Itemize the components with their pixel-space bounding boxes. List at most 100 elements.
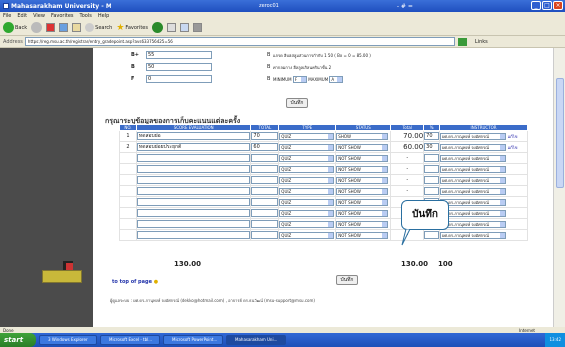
evaluation-input[interactable]	[136, 209, 251, 217]
go-button[interactable]	[457, 37, 467, 46]
home-button[interactable]	[72, 23, 82, 32]
max-grade-select[interactable]: A	[329, 75, 344, 83]
start-button[interactable]: start	[0, 333, 36, 347]
total-input[interactable]: 70	[251, 132, 279, 140]
instructor-select[interactable]: ผศ.ดร.ภาณุพงษ์ จงอัศกรณ์	[440, 220, 507, 228]
percent-input[interactable]	[424, 231, 440, 239]
instructor-select[interactable]: ผศ.ดร.ภาณุพงษ์ จงอัศกรณ์	[440, 154, 507, 162]
forward-button[interactable]	[31, 22, 43, 33]
menu-view[interactable]: View	[33, 13, 45, 19]
percent-input[interactable]	[424, 176, 440, 184]
total-input[interactable]	[251, 209, 279, 217]
type-select[interactable]: QUIZ	[279, 176, 335, 184]
type-select[interactable]: QUIZ	[279, 187, 335, 195]
links-label[interactable]: Links	[475, 39, 488, 45]
type-select[interactable]: QUIZ	[279, 231, 335, 239]
instructor-select[interactable]: ผศ.ดร.ภาณุพงษ์ จงอัศกรณ์	[440, 176, 507, 184]
edit-link[interactable]: แก้ไข	[508, 145, 518, 150]
evaluation-input[interactable]	[136, 198, 251, 206]
print-button[interactable]	[193, 23, 202, 32]
instructor-select[interactable]: ผศ.ดร.ภาณุพงษ์ จงอัศกรณ์	[440, 165, 507, 173]
status-select[interactable]: NOT SHOW	[336, 220, 389, 228]
scroll-thumb[interactable]	[556, 78, 564, 188]
history-button[interactable]	[167, 23, 176, 32]
maximize-button[interactable]: □	[542, 1, 552, 10]
mail-button[interactable]	[180, 23, 189, 32]
type-select[interactable]: QUIZ	[279, 165, 335, 173]
type-select[interactable]: QUIZ	[279, 209, 335, 217]
type-select[interactable]: QUIZ	[279, 132, 335, 140]
task-item[interactable]: Microsoft Excel - tbl...	[100, 335, 160, 345]
type-select[interactable]: QUIZ	[279, 198, 335, 206]
total-input[interactable]	[251, 154, 279, 162]
close-button[interactable]: ×	[553, 1, 563, 10]
instructor-select[interactable]: ผศ.ดร.ภาณุพงษ์ จงอัศกรณ์	[440, 187, 507, 195]
total-input[interactable]: 60	[251, 143, 279, 151]
status-select[interactable]: NOT SHOW	[336, 231, 389, 239]
menu-file[interactable]: File	[3, 13, 11, 19]
total-input[interactable]	[251, 165, 279, 173]
status-select[interactable]: SHOW	[336, 132, 389, 140]
status-select[interactable]: NOT SHOW	[336, 154, 389, 162]
evaluation-input[interactable]: ทดสอบย่อยประยุกต์	[136, 143, 251, 151]
total-input[interactable]	[251, 176, 279, 184]
menu-edit[interactable]: Edit	[17, 13, 27, 19]
save-top-button[interactable]: บันทึก	[286, 98, 308, 108]
total-input[interactable]	[251, 198, 279, 206]
percent-input[interactable]: 70	[424, 132, 440, 140]
total-input[interactable]	[251, 231, 279, 239]
instructor-select[interactable]: ผศ.ดร.ภาณุพงษ์ จงอัศกรณ์	[440, 143, 507, 151]
task-item-active[interactable]: Mahasarakham Uni...	[226, 335, 286, 345]
back-button[interactable]: Back	[3, 22, 27, 33]
type-select[interactable]: QUIZ	[279, 143, 335, 151]
status-select[interactable]: NOT SHOW	[336, 165, 389, 173]
total-input[interactable]	[251, 220, 279, 228]
vertical-scrollbar[interactable]	[553, 48, 565, 335]
favorites-button[interactable]: ★ Favorites	[116, 23, 148, 33]
status-select[interactable]: NOT SHOW	[336, 176, 389, 184]
min-grade-select[interactable]: F	[292, 75, 307, 83]
address-input[interactable]: https://reg.msu.ac.th/registrar/entry_gr…	[24, 37, 455, 46]
grade-min-input[interactable]: 0	[146, 75, 212, 83]
status-select[interactable]: NOT SHOW	[336, 209, 389, 217]
menu-help[interactable]: Help	[98, 13, 109, 19]
percent-input[interactable]: 30	[424, 143, 440, 151]
evaluation-input[interactable]	[136, 220, 251, 228]
percent-input[interactable]	[424, 187, 440, 195]
task-item[interactable]: Microsoft PowerPoint...	[163, 335, 223, 345]
top-of-page-link[interactable]: to top of page ●	[112, 279, 158, 285]
instructor-select[interactable]: ผศ.ดร.ภาณุพงษ์ จงอัศกรณ์	[440, 132, 507, 140]
save-bottom-button[interactable]: บันทึก	[336, 275, 358, 285]
task-item[interactable]: 3 Windows Explorer	[39, 335, 97, 345]
total-input[interactable]	[251, 187, 279, 195]
stop-button[interactable]	[46, 23, 56, 32]
status-select[interactable]: NOT SHOW	[336, 187, 389, 195]
menu-favorites[interactable]: Favorites	[51, 13, 74, 19]
instructor-select[interactable]: ผศ.ดร.ภาณุพงษ์ จงอัศกรณ์	[440, 209, 507, 217]
instructor-select[interactable]: ผศ.ดร.ภาณุพงษ์ จงอัศกรณ์	[440, 198, 507, 206]
evaluation-cell	[135, 185, 252, 197]
evaluation-input[interactable]	[136, 165, 251, 173]
refresh-button[interactable]	[59, 23, 69, 32]
min-label: MINIMUM	[273, 76, 292, 82]
instructor-select[interactable]: ผศ.ดร.ภาณุพงษ์ จงอัศกรณ์	[440, 231, 507, 239]
grade-min-input[interactable]: 55	[146, 51, 212, 59]
status-select[interactable]: NOT SHOW	[336, 143, 389, 151]
evaluation-input[interactable]	[136, 231, 251, 239]
grade-min-input[interactable]: 50	[146, 63, 212, 71]
evaluation-input[interactable]: ทดสอบย่อ	[136, 132, 251, 140]
evaluation-input[interactable]	[136, 187, 251, 195]
type-select[interactable]: QUIZ	[279, 154, 335, 162]
status-select[interactable]: NOT SHOW	[336, 198, 389, 206]
evaluation-input[interactable]	[136, 176, 251, 184]
edit-link[interactable]: แก้ไข	[508, 134, 518, 139]
media-button[interactable]	[152, 22, 163, 33]
menu-tools[interactable]: Tools	[80, 13, 92, 19]
search-button[interactable]: Search	[85, 23, 112, 32]
evaluation-input[interactable]	[136, 154, 251, 162]
row-no	[119, 218, 137, 230]
percent-input[interactable]	[424, 154, 440, 162]
minimize-button[interactable]: _	[531, 1, 541, 10]
percent-input[interactable]	[424, 165, 440, 173]
type-select[interactable]: QUIZ	[279, 220, 335, 228]
